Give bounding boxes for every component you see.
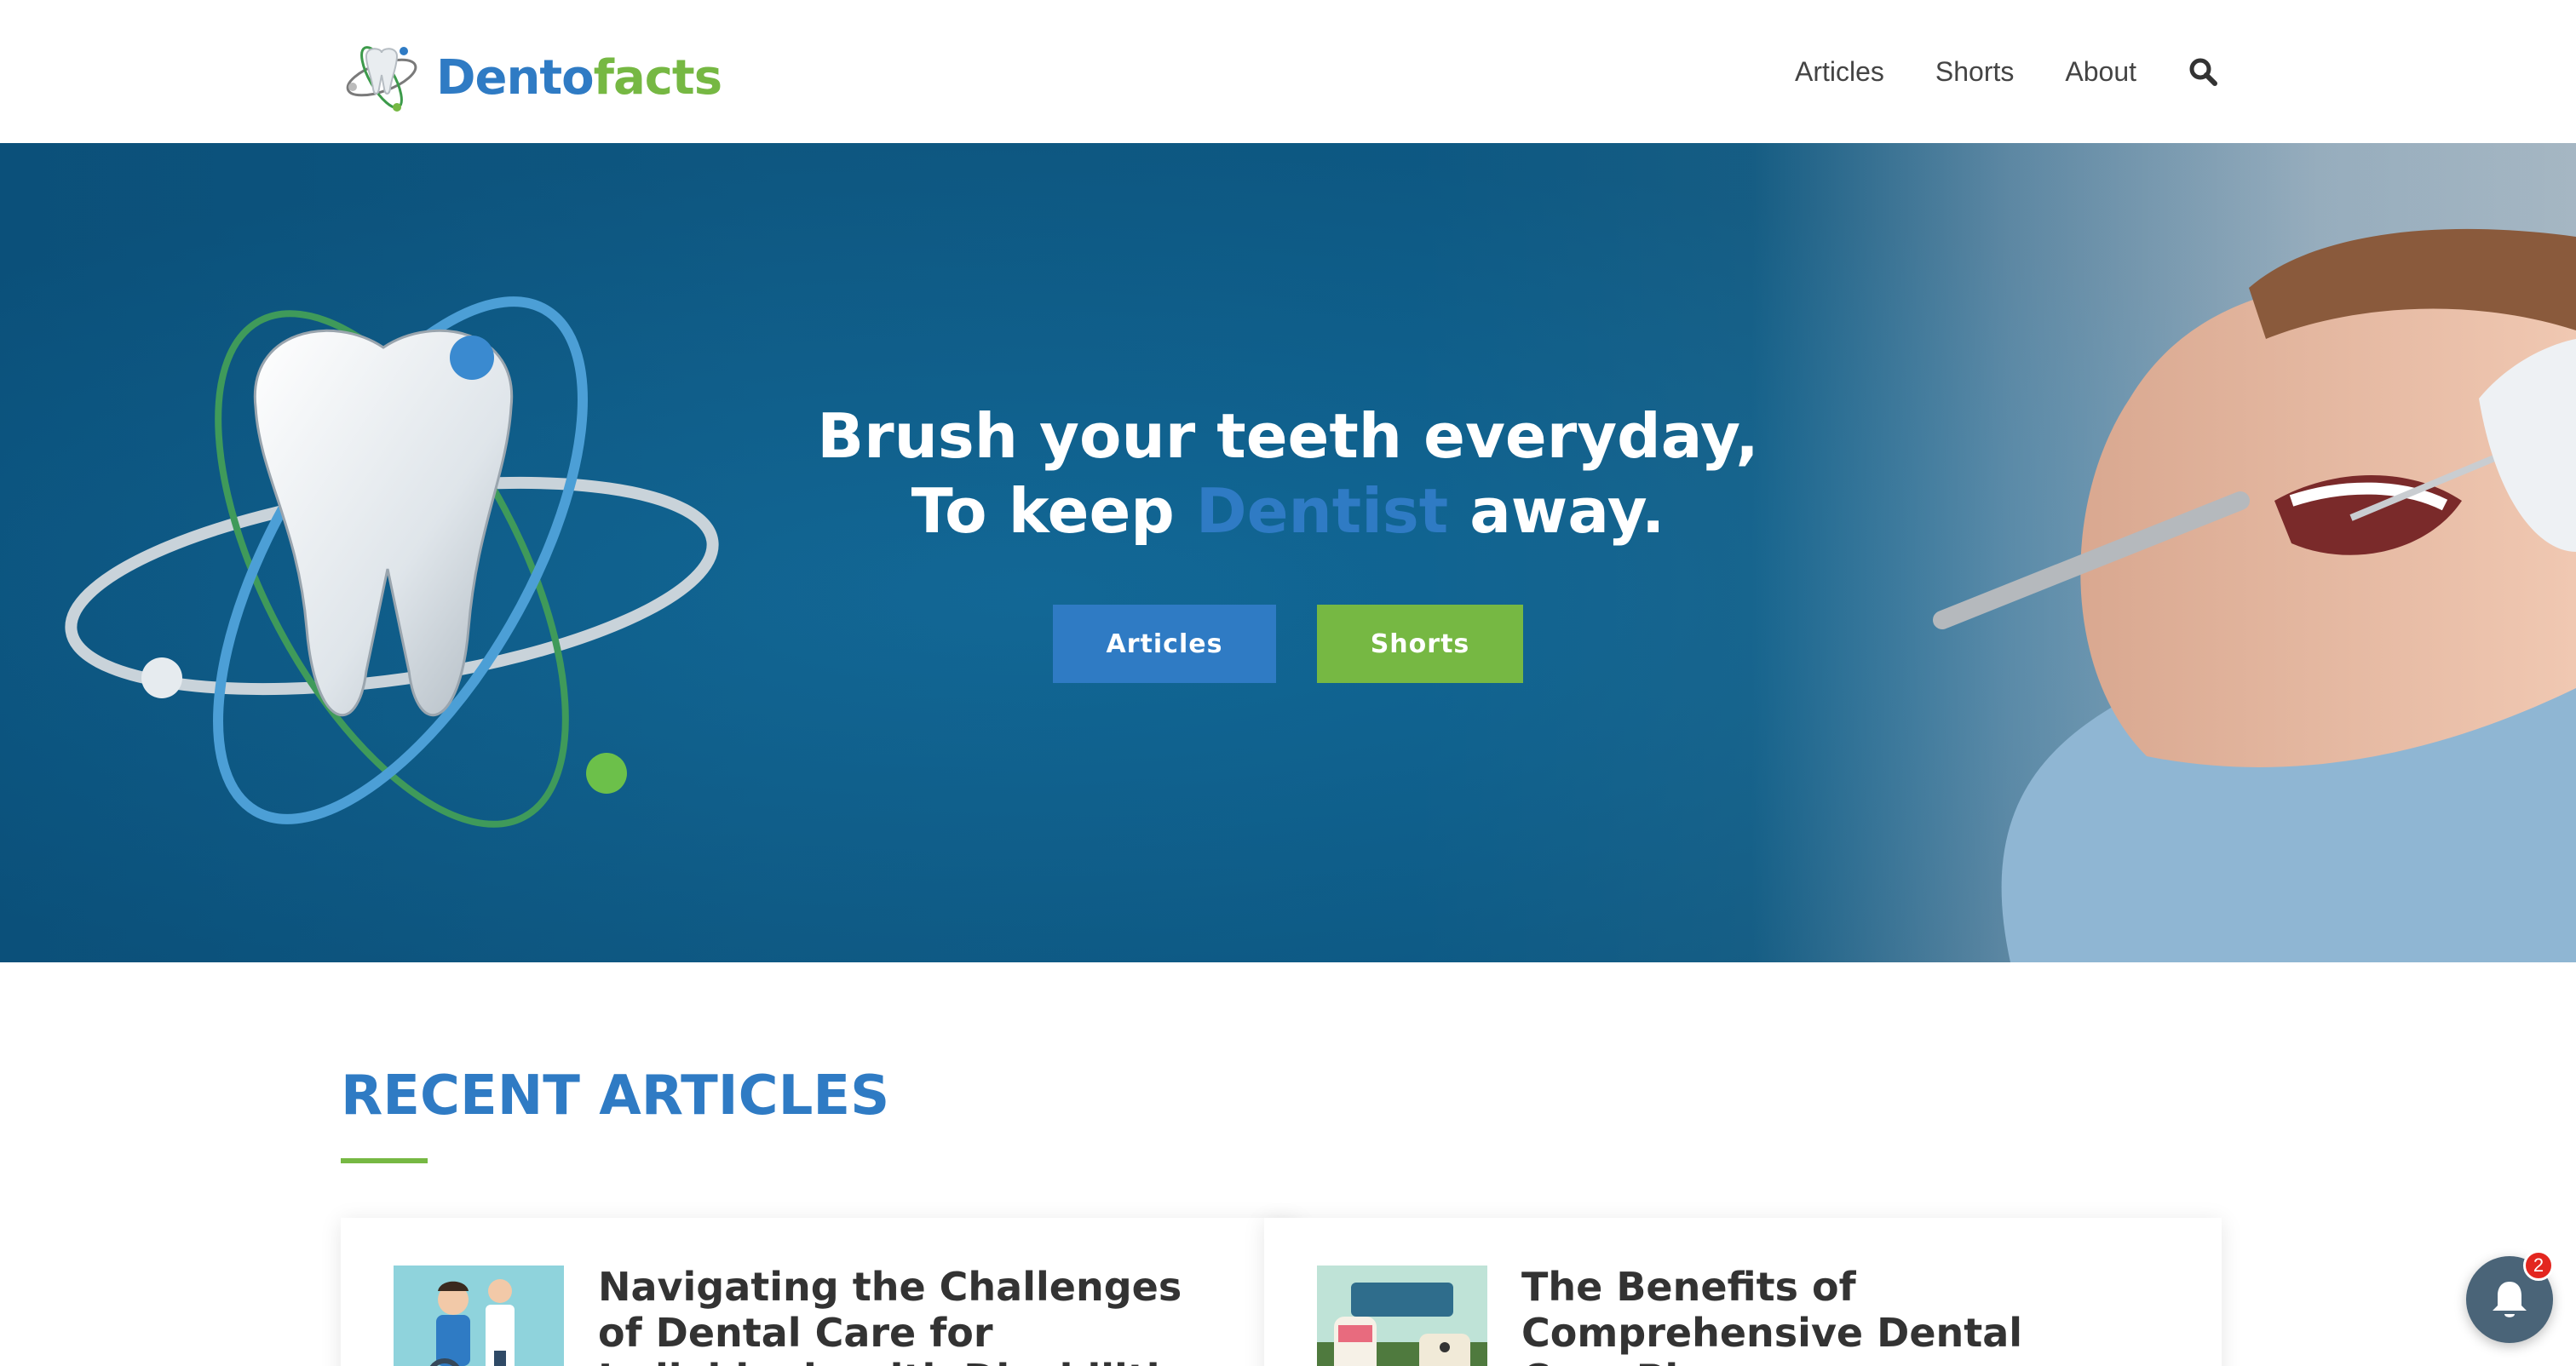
tooth-atom-illustration xyxy=(65,296,719,828)
site-logo[interactable]: Dentofacts xyxy=(341,37,722,118)
bell-icon xyxy=(2493,1282,2527,1317)
hero-cta-group: Articles Shorts xyxy=(1053,605,1523,683)
hero-banner: Brush your teeth everyday, To keep Denti… xyxy=(0,143,2576,962)
articles-button[interactable]: Articles xyxy=(1053,605,1276,683)
nav-about[interactable]: About xyxy=(2065,56,2136,88)
hero-headline: Brush your teeth everyday, To keep Denti… xyxy=(0,399,2576,548)
site-header: Dentofacts Articles Shorts About xyxy=(0,0,2576,143)
hero-headline-accent: Dentist xyxy=(1195,475,1449,547)
article-thumbnail[interactable] xyxy=(394,1266,564,1366)
hero-headline-line2-post: away. xyxy=(1448,475,1665,547)
notification-count-badge: 2 xyxy=(2523,1250,2554,1281)
search-icon[interactable] xyxy=(2188,56,2218,87)
recent-articles-heading: RECENT ARTICLES xyxy=(341,1065,890,1128)
hero-headline-line1: Brush your teeth everyday, xyxy=(817,400,1759,472)
tooth-logo-icon xyxy=(346,46,417,112)
article-card[interactable]: The Benefits of Comprehensive Dental Car… xyxy=(1264,1218,2222,1366)
nav-articles[interactable]: Articles xyxy=(1795,56,1884,88)
nav-shorts[interactable]: Shorts xyxy=(1935,56,2014,88)
hero-headline-line2-pre: To keep xyxy=(911,475,1196,547)
heading-underline xyxy=(341,1158,428,1163)
article-title[interactable]: Navigating the Challenges of Dental Care… xyxy=(598,1264,1211,1366)
logo-part-facts: facts xyxy=(593,49,722,106)
dental-patient-photo xyxy=(1933,228,2576,962)
logo-wordmark: Dentofacts xyxy=(436,50,722,106)
shorts-button[interactable]: Shorts xyxy=(1317,605,1523,683)
main-nav: Articles Shorts About xyxy=(1744,48,2218,95)
logo-part-dento: Dento xyxy=(436,49,595,106)
article-card[interactable]: Navigating the Challenges of Dental Care… xyxy=(341,1218,1298,1366)
article-thumbnail[interactable] xyxy=(1317,1266,1487,1366)
article-title[interactable]: The Benefits of Comprehensive Dental Car… xyxy=(1521,1264,2135,1366)
